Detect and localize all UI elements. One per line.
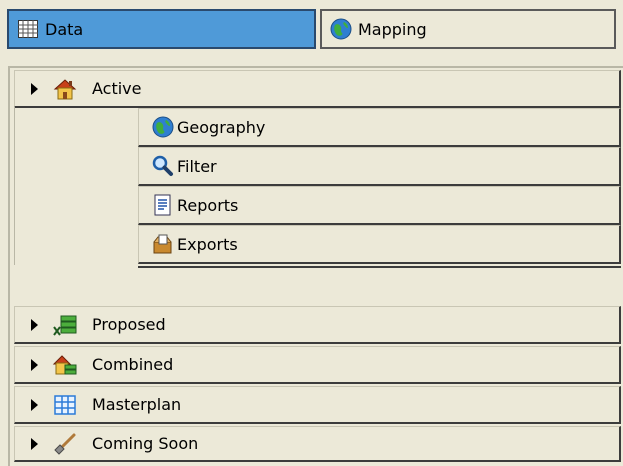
group-combined[interactable]: Combined xyxy=(14,346,621,384)
active-sub-area xyxy=(14,107,139,265)
menu-item-filter[interactable]: Filter xyxy=(138,147,621,186)
export-icon xyxy=(151,232,175,256)
menu-item-label: Filter xyxy=(177,156,217,176)
tab-data-label: Data xyxy=(45,19,84,39)
group-masterplan[interactable]: Masterplan xyxy=(14,386,621,424)
group-proposed[interactable]: Proposed xyxy=(14,306,621,344)
expand-arrow-icon[interactable] xyxy=(31,82,38,95)
expand-arrow-icon[interactable] xyxy=(31,398,38,411)
expand-arrow-icon[interactable] xyxy=(31,437,38,450)
grid-icon xyxy=(17,18,39,40)
proposed-icon xyxy=(52,312,78,338)
menu-item-label: Geography xyxy=(177,117,266,137)
tab-data[interactable]: Data xyxy=(7,9,316,49)
menu-item-exports[interactable]: Exports xyxy=(138,225,621,264)
group-combined-label: Combined xyxy=(92,355,174,374)
divider xyxy=(138,266,621,268)
group-active[interactable]: Active xyxy=(14,70,621,108)
report-icon xyxy=(151,193,175,217)
group-masterplan-label: Masterplan xyxy=(92,395,182,414)
magnifier-icon xyxy=(151,154,175,178)
menu-item-label: Reports xyxy=(177,195,239,215)
tab-mapping[interactable]: Mapping xyxy=(320,9,616,49)
tab-bar: Data Mapping xyxy=(0,0,623,62)
group-coming-soon[interactable]: Coming Soon xyxy=(14,426,621,462)
globe-icon xyxy=(330,18,352,40)
house-icon xyxy=(52,76,78,102)
group-active-label: Active xyxy=(92,79,142,98)
globe-icon xyxy=(151,115,175,139)
masterplan-icon xyxy=(52,392,78,418)
expand-arrow-icon[interactable] xyxy=(31,358,38,371)
shovel-icon xyxy=(52,431,78,457)
group-coming-soon-label: Coming Soon xyxy=(92,434,199,453)
tab-mapping-label: Mapping xyxy=(358,19,427,39)
expand-arrow-icon[interactable] xyxy=(31,318,38,331)
menu-item-label: Exports xyxy=(177,234,238,254)
menu-item-reports[interactable]: Reports xyxy=(138,186,621,225)
combined-icon xyxy=(52,352,78,378)
group-proposed-label: Proposed xyxy=(92,315,166,334)
menu-item-geography[interactable]: Geography xyxy=(138,108,621,147)
